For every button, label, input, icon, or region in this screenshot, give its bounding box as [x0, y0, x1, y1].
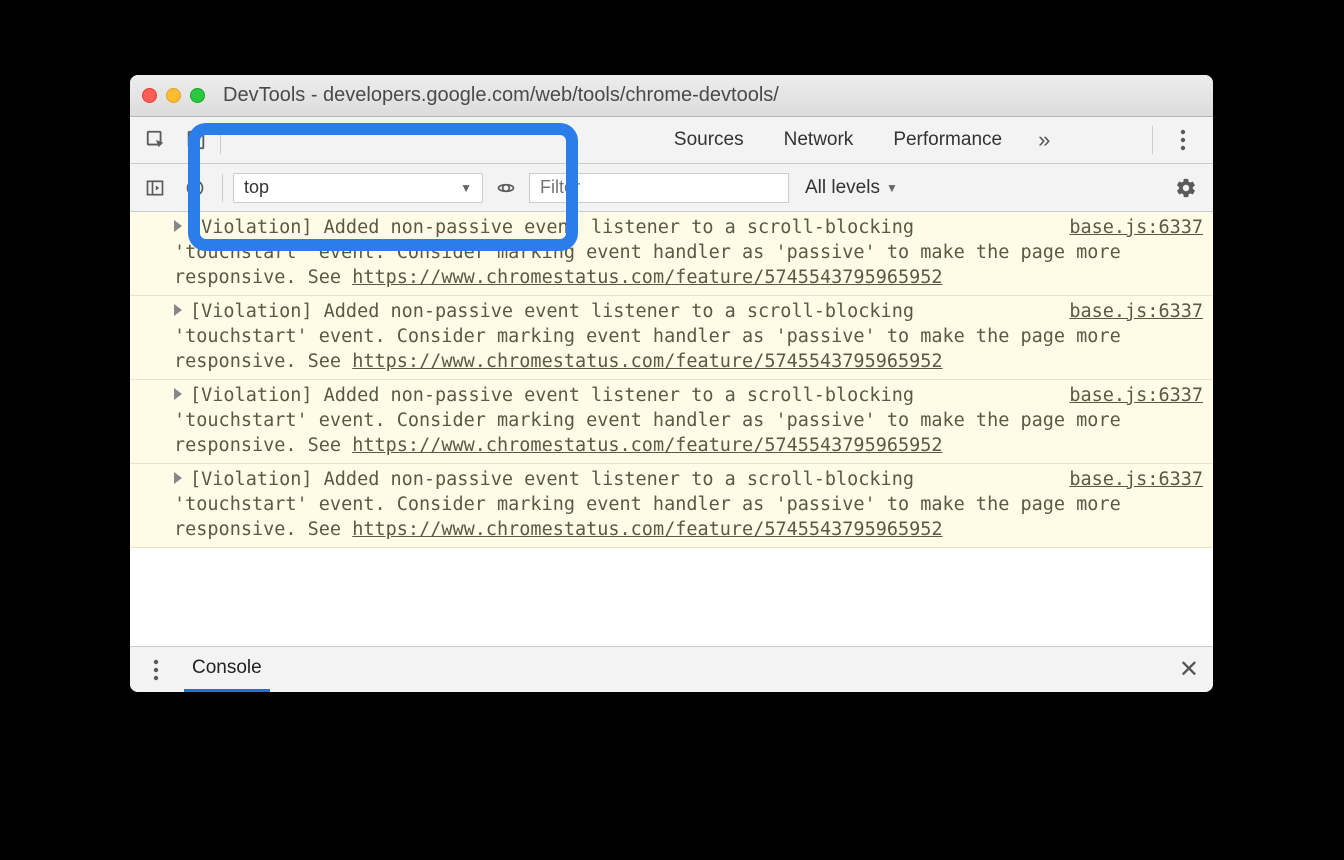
message-link[interactable]: https://www.chromestatus.com/feature/574…: [352, 267, 942, 288]
traffic-lights: [142, 88, 205, 103]
panel-tabbar: Elements Console Sources Network Perform…: [130, 117, 1213, 164]
filter-input[interactable]: [529, 173, 789, 203]
chevron-down-icon: ▼: [886, 181, 898, 195]
titlebar: DevTools - developers.google.com/web/too…: [130, 75, 1213, 117]
customize-devtools-icon[interactable]: [1165, 129, 1201, 151]
console-message[interactable]: base.js:6337[Violation] Added non-passiv…: [130, 464, 1213, 548]
expand-triangle-icon[interactable]: [174, 472, 182, 484]
tab-network[interactable]: Network: [764, 117, 874, 163]
tab-separator: [220, 126, 221, 154]
message-link[interactable]: https://www.chromestatus.com/feature/574…: [352, 351, 942, 372]
more-tabs-icon[interactable]: »: [1022, 127, 1066, 153]
tab-separator: [1152, 126, 1153, 154]
message-text: [Violation] Added non-passive event list…: [174, 469, 1121, 540]
devtools-window: DevTools - developers.google.com/web/too…: [130, 75, 1213, 692]
chevron-down-icon: ▼: [460, 181, 472, 195]
close-drawer-icon[interactable]: ✕: [1173, 655, 1205, 684]
inspect-element-icon[interactable]: [136, 117, 176, 163]
drawer: Console ✕: [130, 646, 1213, 692]
levels-label: All levels: [805, 177, 880, 199]
console-message[interactable]: base.js:6337[Violation] Added non-passiv…: [130, 212, 1213, 296]
message-text: [Violation] Added non-passive event list…: [174, 217, 1121, 288]
drawer-tab-console[interactable]: Console: [184, 647, 270, 692]
toolbar-separator: [222, 174, 223, 202]
console-messages[interactable]: base.js:6337[Violation] Added non-passiv…: [130, 212, 1213, 646]
window-title: DevTools - developers.google.com/web/too…: [223, 84, 779, 107]
tab-performance[interactable]: Performance: [873, 117, 1022, 163]
message-text: [Violation] Added non-passive event list…: [174, 301, 1121, 372]
message-source-link[interactable]: base.js:6337: [1049, 300, 1203, 325]
message-source-link[interactable]: base.js:6337: [1049, 216, 1203, 241]
message-link[interactable]: https://www.chromestatus.com/feature/574…: [352, 435, 942, 456]
toggle-sidebar-icon[interactable]: [138, 171, 172, 205]
expand-triangle-icon[interactable]: [174, 388, 182, 400]
log-levels-select[interactable]: All levels ▼: [795, 177, 908, 199]
console-settings-icon[interactable]: [1175, 177, 1205, 199]
minimize-window-button[interactable]: [166, 88, 181, 103]
execution-context-select[interactable]: top ▼: [233, 173, 483, 203]
message-source-link[interactable]: base.js:6337: [1049, 384, 1203, 409]
console-message[interactable]: base.js:6337[Violation] Added non-passiv…: [130, 380, 1213, 464]
tab-sources[interactable]: Sources: [654, 117, 764, 163]
drawer-menu-icon[interactable]: [138, 659, 174, 681]
live-expression-icon[interactable]: [489, 171, 523, 205]
device-toolbar-icon[interactable]: [176, 117, 216, 163]
message-source-link[interactable]: base.js:6337: [1049, 468, 1203, 493]
expand-triangle-icon[interactable]: [174, 304, 182, 316]
message-link[interactable]: https://www.chromestatus.com/feature/574…: [352, 519, 942, 540]
console-toolbar: top ▼ All levels ▼: [130, 164, 1213, 212]
expand-triangle-icon[interactable]: [174, 220, 182, 232]
close-window-button[interactable]: [142, 88, 157, 103]
console-message[interactable]: base.js:6337[Violation] Added non-passiv…: [130, 296, 1213, 380]
context-label: top: [244, 177, 269, 198]
clear-console-icon[interactable]: [178, 171, 212, 205]
message-text: [Violation] Added non-passive event list…: [174, 385, 1121, 456]
maximize-window-button[interactable]: [190, 88, 205, 103]
